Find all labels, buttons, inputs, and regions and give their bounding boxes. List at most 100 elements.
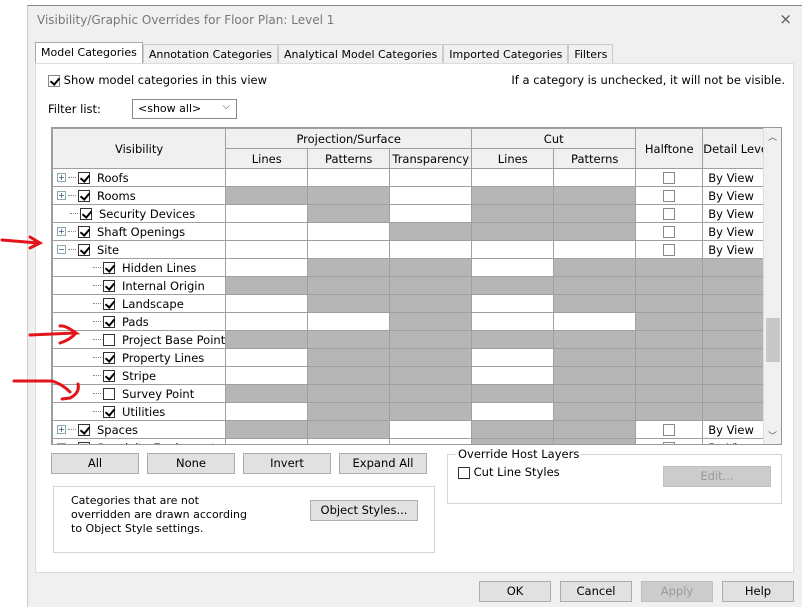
- tab-annotation-categories[interactable]: Annotation Categories: [142, 44, 278, 63]
- detail-level-cell[interactable]: By View: [702, 168, 773, 187]
- scroll-up-icon[interactable]: ︿: [768, 130, 777, 143]
- visibility-checkbox[interactable]: [103, 351, 115, 364]
- projection-lines-cell[interactable]: [225, 438, 309, 444]
- halftone-checkbox[interactable]: [663, 208, 676, 220]
- projection-lines-cell[interactable]: [225, 168, 309, 187]
- projection-lines-cell[interactable]: [225, 258, 309, 277]
- table-row[interactable]: Landscape: [52, 294, 773, 313]
- projection-lines-cell[interactable]: [225, 312, 309, 331]
- table-row[interactable]: + Rooms By View: [52, 186, 773, 205]
- halftone-checkbox[interactable]: [663, 226, 676, 238]
- ok-button[interactable]: OK: [479, 581, 551, 602]
- table-row[interactable]: Internal Origin: [52, 276, 773, 295]
- projection-lines-cell[interactable]: [225, 402, 309, 421]
- transparency-cell[interactable]: [389, 186, 473, 205]
- scrollbar-thumb[interactable]: [766, 318, 780, 362]
- cut-patterns-cell[interactable]: [553, 168, 637, 187]
- table-row[interactable]: Utilities: [52, 402, 773, 421]
- visibility-checkbox[interactable]: [78, 441, 90, 444]
- invert-button[interactable]: Invert: [243, 453, 331, 474]
- expand-icon[interactable]: +: [57, 443, 66, 444]
- cut-lines-cell[interactable]: [471, 168, 555, 187]
- apply-button[interactable]: Apply: [641, 581, 713, 602]
- halftone-checkbox[interactable]: [663, 244, 676, 256]
- table-row[interactable]: + Roofs By View: [52, 168, 773, 187]
- halftone-checkbox[interactable]: [663, 172, 676, 184]
- cut-lines-cell[interactable]: [471, 258, 555, 277]
- halftone-checkbox[interactable]: [663, 442, 676, 444]
- transparency-cell[interactable]: [389, 240, 473, 259]
- transparency-cell[interactable]: [389, 204, 473, 223]
- transparency-cell[interactable]: [389, 438, 473, 444]
- visibility-checkbox[interactable]: [103, 333, 115, 346]
- edit-button[interactable]: Edit...: [663, 466, 771, 487]
- visibility-checkbox[interactable]: [103, 315, 115, 328]
- projection-lines-cell[interactable]: [225, 294, 309, 313]
- detail-level-cell[interactable]: By View: [702, 186, 773, 205]
- expand-icon[interactable]: +: [57, 425, 66, 435]
- table-row[interactable]: Survey Point: [52, 384, 773, 403]
- filter-list-dropdown[interactable]: <show all> ⌵: [132, 99, 237, 119]
- detail-level-cell[interactable]: By View: [702, 438, 773, 444]
- table-row[interactable]: Property Lines: [52, 348, 773, 367]
- cut-patterns-cell[interactable]: [553, 240, 637, 259]
- visibility-checkbox[interactable]: [103, 297, 115, 310]
- scroll-down-icon[interactable]: ﹀: [768, 429, 777, 442]
- detail-level-cell[interactable]: By View: [702, 240, 773, 259]
- table-row[interactable]: + Spaces By View: [52, 420, 773, 439]
- detail-level-cell[interactable]: By View: [702, 420, 773, 439]
- cut-lines-cell[interactable]: [471, 348, 555, 367]
- halftone-cell[interactable]: [635, 204, 704, 223]
- tab-imported-categories[interactable]: Imported Categories: [443, 44, 569, 63]
- visibility-checkbox[interactable]: [103, 279, 115, 292]
- detail-level-cell[interactable]: By View: [702, 204, 773, 223]
- table-row[interactable]: Security Devices By View: [52, 204, 773, 223]
- table-row[interactable]: Stripe: [52, 366, 773, 385]
- cut-line-styles-checkbox[interactable]: Cut Line Styles: [458, 465, 560, 479]
- cut-lines-cell[interactable]: [471, 366, 555, 385]
- vertical-scrollbar[interactable]: ︿ ﹀: [763, 128, 781, 444]
- transparency-cell[interactable]: [389, 420, 473, 439]
- table-row[interactable]: − Site By View: [52, 240, 773, 259]
- projection-lines-cell[interactable]: [225, 204, 309, 223]
- projection-patterns-cell[interactable]: [307, 222, 391, 241]
- visibility-checkbox[interactable]: [103, 369, 115, 382]
- halftone-cell[interactable]: [635, 240, 704, 259]
- cut-lines-cell[interactable]: [471, 312, 555, 331]
- table-row[interactable]: Pads: [52, 312, 773, 331]
- cut-patterns-cell[interactable]: [553, 312, 637, 331]
- category-cell[interactable]: + Spaces: [52, 420, 227, 439]
- projection-patterns-cell[interactable]: [307, 438, 391, 444]
- halftone-checkbox[interactable]: [663, 424, 676, 436]
- projection-patterns-cell[interactable]: [307, 240, 391, 259]
- halftone-cell[interactable]: [635, 222, 704, 241]
- visibility-checkbox[interactable]: [103, 261, 115, 274]
- projection-patterns-cell[interactable]: [307, 312, 391, 331]
- detail-level-cell[interactable]: By View: [702, 222, 773, 241]
- cut-lines-cell[interactable]: [471, 294, 555, 313]
- expand-all-button[interactable]: Expand All: [339, 453, 427, 474]
- close-icon[interactable]: ×: [779, 10, 792, 28]
- table-row[interactable]: Hidden Lines: [52, 258, 773, 277]
- none-button[interactable]: None: [147, 453, 235, 474]
- tab-filters[interactable]: Filters: [568, 44, 614, 63]
- projection-lines-cell[interactable]: [225, 348, 309, 367]
- visibility-checkbox[interactable]: [78, 423, 90, 436]
- all-button[interactable]: All: [51, 453, 139, 474]
- projection-lines-cell[interactable]: [225, 222, 309, 241]
- halftone-checkbox[interactable]: [663, 190, 676, 202]
- cut-lines-cell[interactable]: [471, 240, 555, 259]
- checkbox[interactable]: [458, 466, 470, 479]
- visibility-checkbox[interactable]: [103, 405, 115, 418]
- projection-patterns-cell[interactable]: [307, 168, 391, 187]
- halftone-cell[interactable]: [635, 186, 704, 205]
- projection-lines-cell[interactable]: [225, 240, 309, 259]
- halftone-cell[interactable]: [635, 420, 704, 439]
- transparency-cell[interactable]: [389, 168, 473, 187]
- cancel-button[interactable]: Cancel: [560, 581, 632, 602]
- cut-lines-cell[interactable]: [471, 402, 555, 421]
- tab-analytical-model-categories[interactable]: Analytical Model Categories: [277, 44, 444, 63]
- halftone-cell[interactable]: [635, 168, 704, 187]
- visibility-checkbox[interactable]: [103, 387, 115, 400]
- table-row[interactable]: + Specialty Equipment By View: [52, 438, 773, 444]
